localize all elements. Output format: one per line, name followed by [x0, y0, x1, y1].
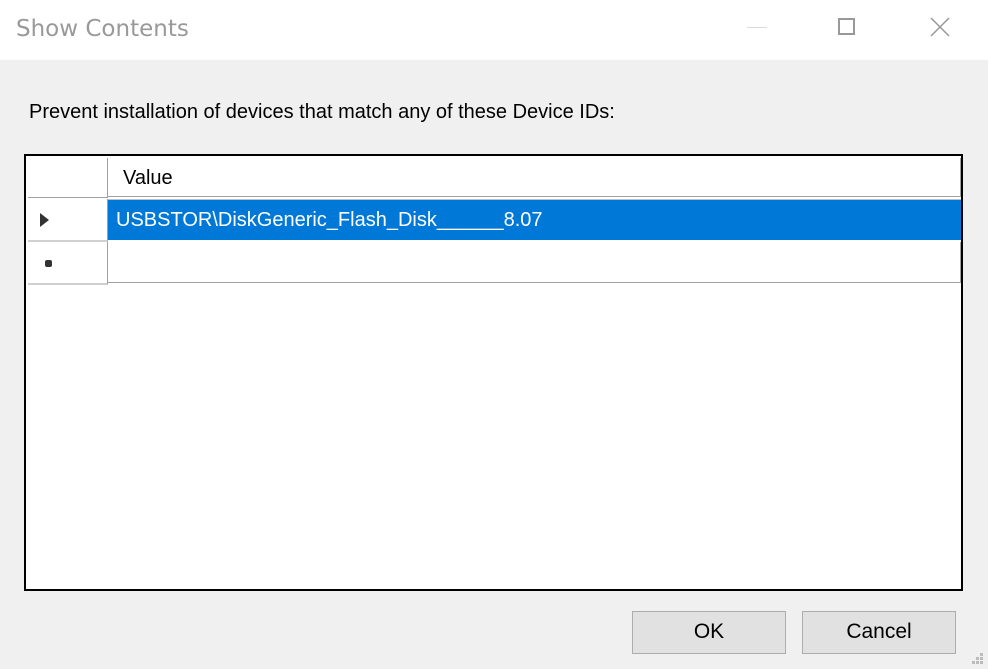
value-cell-text: USBSTOR\DiskGeneric_Flash_Disk______8.07 [116, 209, 543, 231]
window-title: Show Contents [16, 16, 189, 42]
column-header-value[interactable]: Value [108, 158, 961, 197]
device-id-grid[interactable]: Value USBSTOR\DiskGeneric_Flash_Disk____… [24, 154, 963, 591]
column-header-label: Value [123, 167, 173, 189]
table-row[interactable]: USBSTOR\DiskGeneric_Flash_Disk______8.07 [28, 199, 961, 242]
value-cell-empty[interactable] [108, 242, 961, 283]
new-row-asterisk-icon [45, 260, 52, 267]
row-header[interactable] [28, 199, 108, 242]
cancel-button[interactable]: Cancel [802, 611, 956, 654]
resize-grip-icon[interactable] [972, 653, 984, 665]
prompt-label: Prevent installation of devices that mat… [29, 101, 615, 123]
value-cell[interactable]: USBSTOR\DiskGeneric_Flash_Disk______8.07 [108, 199, 961, 240]
ok-button[interactable]: OK [632, 611, 786, 654]
close-button[interactable] [894, 0, 986, 60]
grid-header: Value [28, 158, 961, 199]
minimize-button[interactable] [710, 0, 802, 60]
new-row[interactable] [28, 242, 961, 285]
maximize-icon [838, 18, 855, 35]
grid-corner-cell[interactable] [28, 158, 108, 198]
minimize-icon [747, 27, 767, 28]
current-row-arrow-icon [40, 213, 49, 227]
close-icon [930, 17, 950, 37]
title-bar: Show Contents [0, 0, 988, 60]
maximize-button[interactable] [802, 0, 894, 60]
row-header[interactable] [28, 242, 108, 285]
